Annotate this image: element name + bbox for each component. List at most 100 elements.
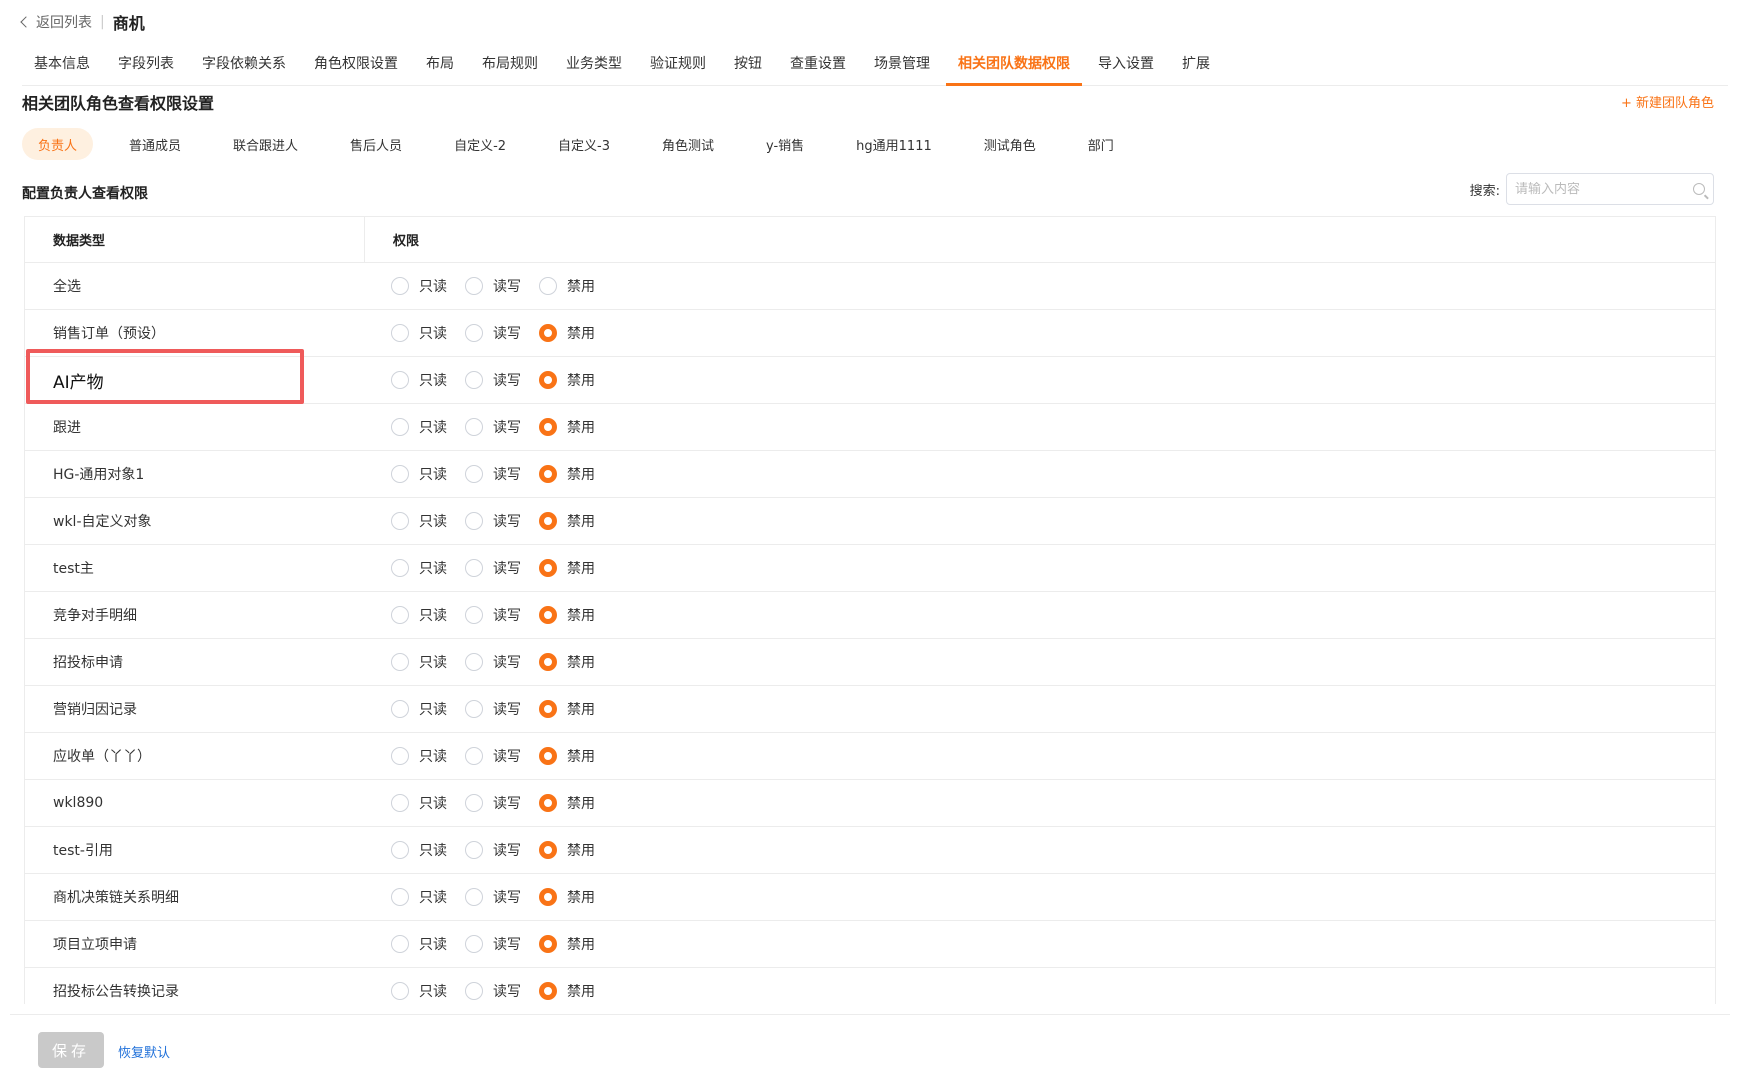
radio-readwrite[interactable]: 读写 [465,934,521,954]
role-tab-1[interactable]: 普通成员 [113,128,197,160]
radio-disabled[interactable]: 禁用 [539,840,595,860]
role-tab-5[interactable]: 自定义-3 [542,128,626,160]
role-tab-0[interactable]: 负责人 [22,128,94,160]
radio-circle[interactable] [465,324,483,342]
radio-disabled[interactable]: 禁用 [539,934,595,954]
radio-readonly[interactable]: 只读 [391,323,447,343]
radio-circle[interactable] [391,794,409,812]
radio-circle[interactable] [539,512,557,530]
radio-circle[interactable] [539,418,557,436]
radio-readwrite[interactable]: 读写 [465,417,521,437]
radio-circle[interactable] [539,700,557,718]
radio-disabled[interactable]: 禁用 [539,793,595,813]
tab-1[interactable]: 字段列表 [106,40,186,85]
radio-disabled[interactable]: 禁用 [539,887,595,907]
radio-circle[interactable] [465,794,483,812]
radio-disabled[interactable]: 禁用 [539,699,595,719]
role-tab-3[interactable]: 售后人员 [334,128,418,160]
radio-circle[interactable] [391,888,409,906]
radio-circle[interactable] [465,841,483,859]
radio-circle[interactable] [539,982,557,1000]
radio-circle[interactable] [539,888,557,906]
radio-readonly[interactable]: 只读 [391,417,447,437]
radio-readonly[interactable]: 只读 [391,276,447,296]
radio-circle[interactable] [465,371,483,389]
radio-disabled[interactable]: 禁用 [539,276,595,296]
radio-readwrite[interactable]: 读写 [465,981,521,1001]
tab-11[interactable]: 相关团队数据权限 [946,40,1082,86]
radio-circle[interactable] [465,888,483,906]
radio-readwrite[interactable]: 读写 [465,276,521,296]
radio-circle[interactable] [465,982,483,1000]
radio-readonly[interactable]: 只读 [391,981,447,1001]
radio-readwrite[interactable]: 读写 [465,793,521,813]
role-tab-9[interactable]: 测试角色 [968,128,1052,160]
tab-3[interactable]: 角色权限设置 [302,40,410,85]
new-team-role-button[interactable]: + 新建团队角色 [1621,92,1714,111]
radio-readonly[interactable]: 只读 [391,652,447,672]
back-to-list-link[interactable]: 返回列表 [20,12,92,32]
radio-circle[interactable] [465,465,483,483]
radio-disabled[interactable]: 禁用 [539,370,595,390]
radio-circle[interactable] [391,982,409,1000]
radio-circle[interactable] [391,512,409,530]
radio-readonly[interactable]: 只读 [391,558,447,578]
tab-6[interactable]: 业务类型 [554,40,634,85]
tab-4[interactable]: 布局 [414,40,466,85]
radio-circle[interactable] [465,935,483,953]
save-button[interactable]: 保存 [38,1032,104,1068]
radio-circle[interactable] [539,277,557,295]
role-tab-6[interactable]: 角色测试 [646,128,730,160]
role-tab-8[interactable]: hg通用1111 [840,128,948,160]
radio-circle[interactable] [465,418,483,436]
tab-10[interactable]: 场景管理 [862,40,942,85]
role-tab-2[interactable]: 联合跟进人 [217,128,314,160]
radio-circle[interactable] [465,606,483,624]
radio-circle[interactable] [539,935,557,953]
radio-disabled[interactable]: 禁用 [539,417,595,437]
radio-readwrite[interactable]: 读写 [465,887,521,907]
tab-2[interactable]: 字段依赖关系 [190,40,298,85]
radio-circle[interactable] [465,653,483,671]
radio-disabled[interactable]: 禁用 [539,558,595,578]
radio-disabled[interactable]: 禁用 [539,605,595,625]
radio-readonly[interactable]: 只读 [391,934,447,954]
radio-circle[interactable] [391,747,409,765]
role-tab-10[interactable]: 部门 [1072,128,1130,160]
radio-circle[interactable] [391,559,409,577]
radio-readwrite[interactable]: 读写 [465,370,521,390]
tab-12[interactable]: 导入设置 [1086,40,1166,85]
radio-readonly[interactable]: 只读 [391,887,447,907]
radio-circle[interactable] [391,653,409,671]
radio-circle[interactable] [539,559,557,577]
radio-circle[interactable] [465,747,483,765]
restore-default-link[interactable]: 恢复默认 [118,1042,170,1061]
radio-circle[interactable] [539,747,557,765]
radio-readonly[interactable]: 只读 [391,746,447,766]
radio-circle[interactable] [465,512,483,530]
radio-disabled[interactable]: 禁用 [539,511,595,531]
radio-circle[interactable] [391,841,409,859]
radio-circle[interactable] [539,465,557,483]
radio-readwrite[interactable]: 读写 [465,558,521,578]
radio-circle[interactable] [465,277,483,295]
radio-circle[interactable] [391,277,409,295]
radio-circle[interactable] [539,606,557,624]
radio-circle[interactable] [391,418,409,436]
radio-readonly[interactable]: 只读 [391,699,447,719]
radio-circle[interactable] [465,700,483,718]
radio-readwrite[interactable]: 读写 [465,511,521,531]
role-tab-7[interactable]: y-销售 [750,128,820,160]
tab-9[interactable]: 查重设置 [778,40,858,85]
radio-circle[interactable] [539,794,557,812]
radio-readwrite[interactable]: 读写 [465,746,521,766]
radio-readonly[interactable]: 只读 [391,370,447,390]
search-icon[interactable] [1693,183,1705,195]
radio-readwrite[interactable]: 读写 [465,464,521,484]
radio-readwrite[interactable]: 读写 [465,840,521,860]
radio-readwrite[interactable]: 读写 [465,605,521,625]
radio-readwrite[interactable]: 读写 [465,652,521,672]
radio-circle[interactable] [539,324,557,342]
radio-readwrite[interactable]: 读写 [465,323,521,343]
tab-5[interactable]: 布局规则 [470,40,550,85]
